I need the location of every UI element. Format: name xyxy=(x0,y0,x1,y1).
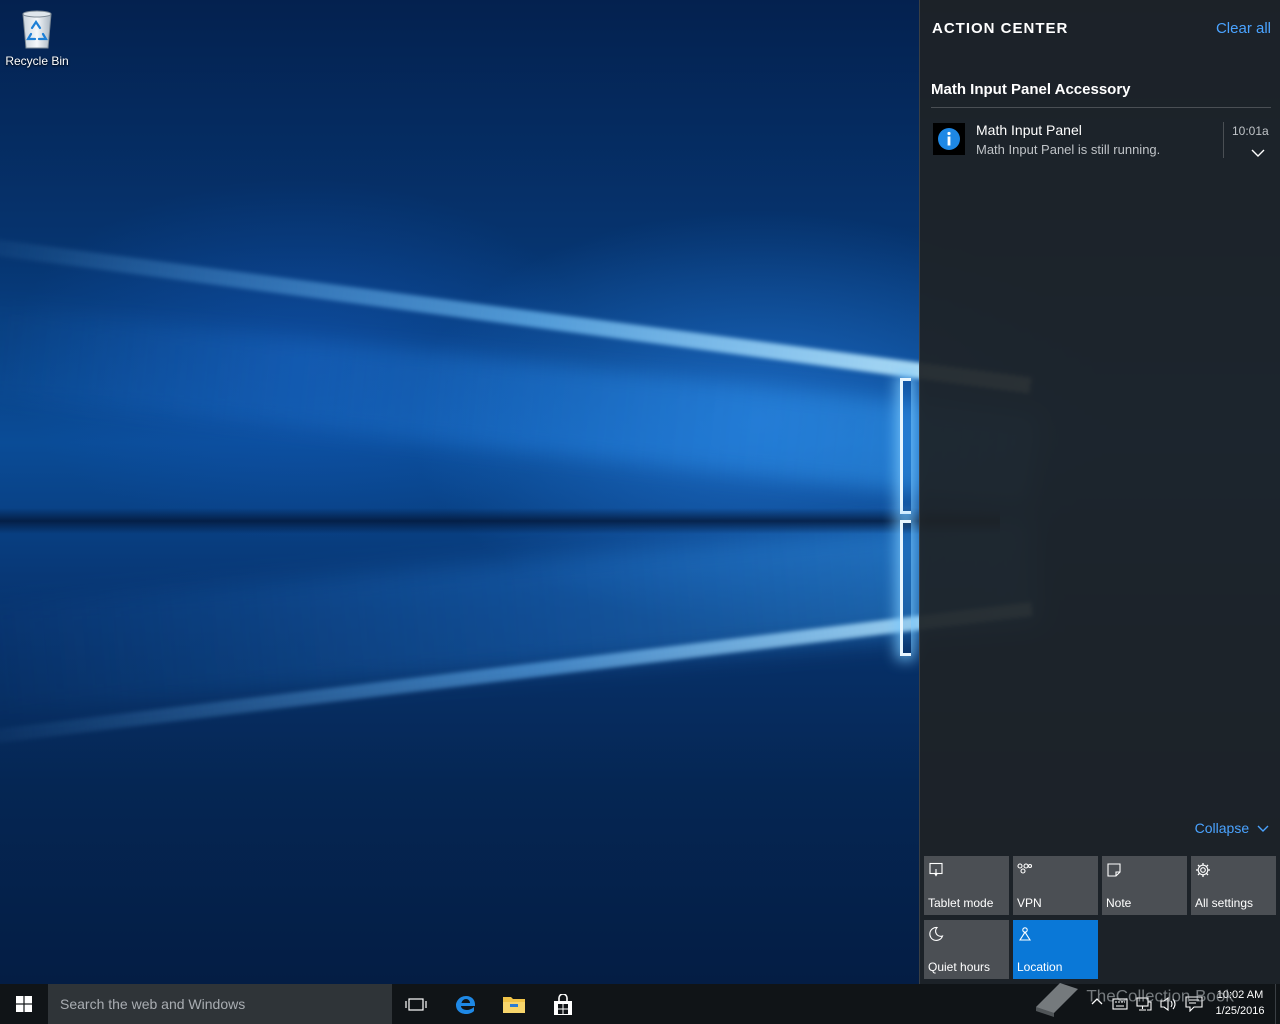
search-input[interactable] xyxy=(48,984,388,1024)
quick-action-label: All settings xyxy=(1195,896,1254,910)
note-icon xyxy=(1107,863,1121,877)
notification-group-title: Math Input Panel Accessory xyxy=(931,81,1271,108)
file-explorer-icon xyxy=(503,997,525,1013)
wallpaper-light-beam xyxy=(0,300,1039,505)
notification-body: Math Input Panel is still running. xyxy=(976,142,1161,157)
search-box[interactable] xyxy=(48,984,392,1024)
desktop-icon-label: Recycle Bin xyxy=(5,54,69,68)
location-icon xyxy=(1018,927,1032,941)
show-desktop-button[interactable] xyxy=(1275,984,1280,1024)
quick-action-all-settings[interactable]: All settings xyxy=(1191,856,1276,915)
clear-all-button[interactable]: Clear all xyxy=(1216,20,1271,37)
taskbar-edge-button[interactable] xyxy=(442,984,490,1024)
quick-action-quiet-hours[interactable]: Quiet hours xyxy=(924,920,1009,979)
notification-item[interactable]: Math Input Panel Math Input Panel is sti… xyxy=(931,118,1271,162)
desktop-icon-recycle-bin[interactable]: Recycle Bin xyxy=(4,6,70,68)
wallpaper-window-pane xyxy=(900,520,911,656)
chevron-down-icon xyxy=(1257,825,1269,833)
book-icon xyxy=(1036,983,1078,1017)
vpn-icon xyxy=(1017,863,1033,874)
task-view-button[interactable] xyxy=(392,984,440,1024)
quick-action-label: Location xyxy=(1017,960,1063,974)
watermark: TheCollection Book xyxy=(1030,977,1234,1017)
taskbar-file-explorer-button[interactable] xyxy=(490,984,538,1024)
action-center-title: ACTION CENTER xyxy=(932,20,1069,37)
quick-action-label: VPN xyxy=(1017,896,1042,910)
notification-time: 10:01a xyxy=(1232,124,1269,138)
quick-action-label: Note xyxy=(1106,896,1132,910)
store-icon xyxy=(554,994,572,1015)
moon-icon xyxy=(929,926,944,942)
quick-action-vpn[interactable]: VPN xyxy=(1013,856,1098,915)
wallpaper-light-beam xyxy=(0,514,1041,720)
info-icon xyxy=(933,123,965,155)
action-center-panel: ACTION CENTER Clear all Math Input Panel… xyxy=(919,0,1280,984)
wallpaper-window-pane xyxy=(900,378,911,514)
collapse-button[interactable]: Collapse xyxy=(1195,820,1269,836)
windows-logo-icon xyxy=(16,996,32,1012)
taskbar-store-button[interactable] xyxy=(539,984,587,1024)
chevron-down-icon[interactable] xyxy=(1251,145,1265,157)
quick-action-tablet-mode[interactable]: Tablet mode xyxy=(924,856,1009,915)
edge-icon xyxy=(456,996,476,1014)
notification-title: Math Input Panel xyxy=(976,122,1082,138)
quick-action-location[interactable]: Location xyxy=(1013,920,1098,979)
notification-divider xyxy=(1223,122,1224,158)
wallpaper-shadow-band xyxy=(0,508,1000,534)
tablet-mode-icon xyxy=(929,862,943,877)
gear-icon xyxy=(1196,863,1210,877)
watermark-text: TheCollection Book xyxy=(1086,986,1234,1006)
recycle-bin-icon xyxy=(4,6,70,50)
task-view-icon xyxy=(405,998,427,1011)
quick-action-note[interactable]: Note xyxy=(1102,856,1187,915)
start-button[interactable] xyxy=(0,984,48,1024)
quick-action-label: Quiet hours xyxy=(928,960,991,974)
quick-action-label: Tablet mode xyxy=(928,896,994,910)
collapse-label: Collapse xyxy=(1194,820,1250,836)
